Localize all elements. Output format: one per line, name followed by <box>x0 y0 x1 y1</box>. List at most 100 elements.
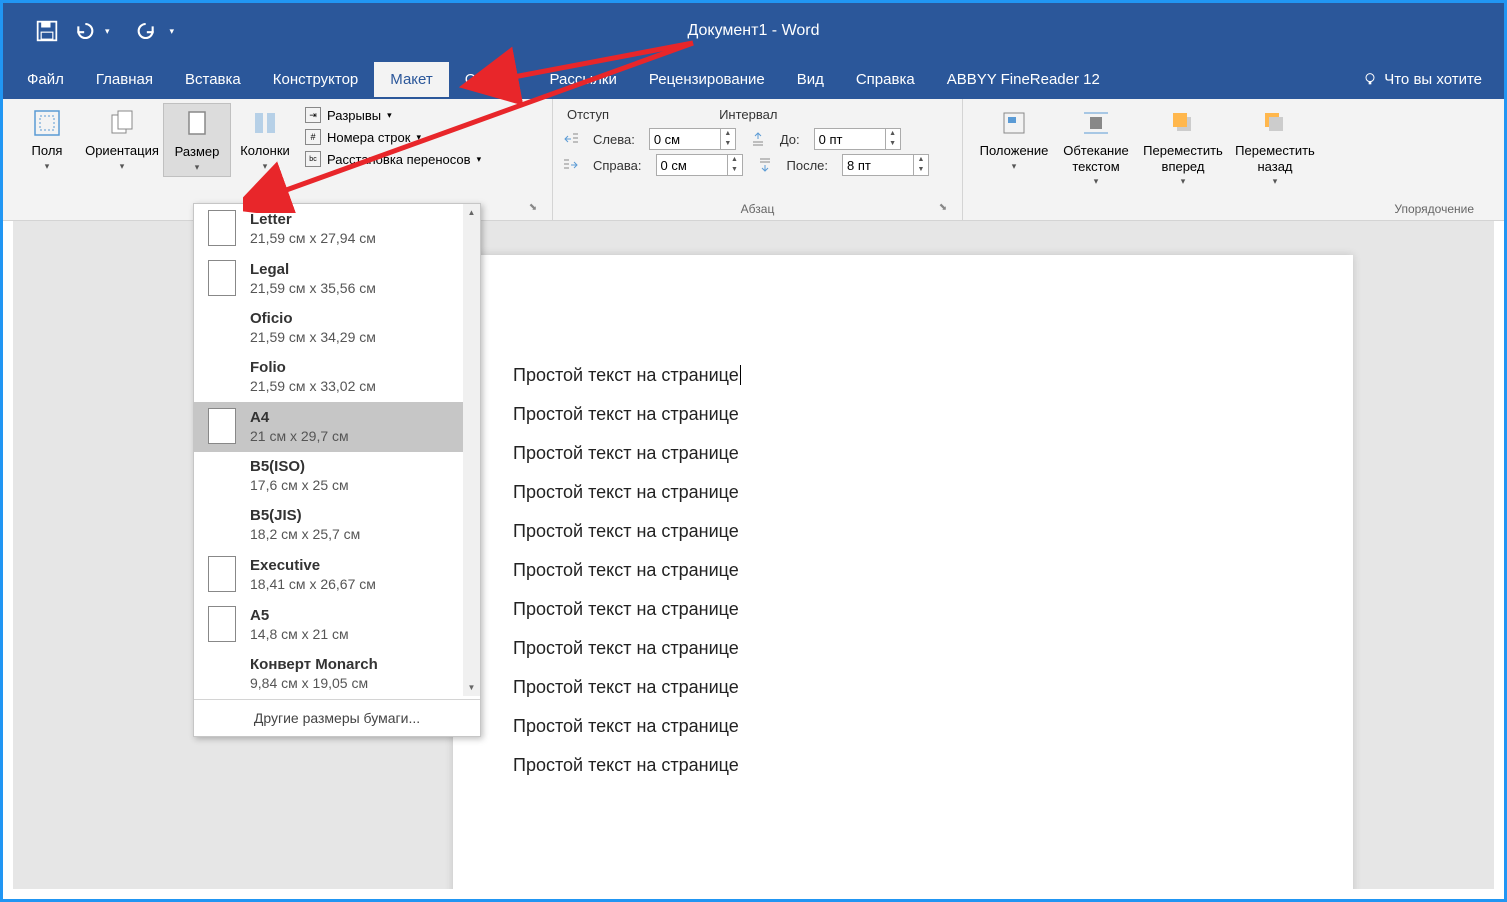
paragraph-group-label: Абзац <box>741 202 775 216</box>
page[interactable]: Простой текст на странице Простой текст … <box>453 255 1353 889</box>
redo-icon <box>134 17 162 45</box>
size-dims: 9,84 см x 19,05 см <box>250 675 378 691</box>
document-line[interactable]: Простой текст на странице <box>513 404 1293 425</box>
dropdown-scrollbar[interactable]: ▲ ▼ <box>463 204 480 696</box>
paragraph-launcher[interactable]: ⬊ <box>936 202 950 216</box>
dropdown-icon: ▾ <box>195 162 200 173</box>
page-icon <box>208 606 236 642</box>
size-name: Letter <box>250 211 376 228</box>
document-line[interactable]: Простой текст на странице <box>513 755 1293 776</box>
undo-dropdown-icon[interactable]: ▾ <box>105 26 110 37</box>
spin-down[interactable]: ▼ <box>728 165 742 175</box>
document-line[interactable]: Простой текст на странице <box>513 599 1293 620</box>
size-option[interactable]: Oficio 21,59 см x 34,29 см <box>194 304 480 353</box>
spacing-after-input[interactable]: ▲▼ <box>842 154 929 176</box>
redo-button[interactable] <box>134 17 162 45</box>
document-line[interactable]: Простой текст на странице <box>513 560 1293 581</box>
document-line[interactable]: Простой текст на странице <box>513 521 1293 542</box>
tab-review[interactable]: Рецензирование <box>633 62 781 97</box>
line-numbers-button[interactable]: #Номера строк ▾ <box>305 129 481 145</box>
wrap-text-button[interactable]: Обтекание текстом▾ <box>1055 103 1137 191</box>
spacing-before-input[interactable]: ▲▼ <box>814 128 901 150</box>
tab-design[interactable]: Конструктор <box>257 62 375 97</box>
document-line[interactable]: Простой текст на странице <box>513 677 1293 698</box>
page-icon <box>208 210 236 246</box>
page-icon <box>208 556 236 592</box>
dropdown-icon: ▾ <box>45 161 50 172</box>
tab-view[interactable]: Вид <box>781 62 840 97</box>
margins-button[interactable]: Поля ▾ <box>13 103 81 175</box>
size-name: Oficio <box>250 310 376 327</box>
spin-up[interactable]: ▲ <box>886 129 900 139</box>
position-button[interactable]: Положение▾ <box>973 103 1055 175</box>
size-name: A5 <box>250 607 349 624</box>
save-icon <box>33 17 61 45</box>
size-option[interactable]: A421 см x 29,7 см <box>194 402 480 452</box>
indent-right-label: Справа: <box>593 158 642 173</box>
size-option[interactable]: Конверт Monarch9,84 см x 19,05 см <box>194 650 480 699</box>
group-page-setup: Поля ▾ Ориентация ▾ Размер ▾ Колонки ▾ <box>3 99 553 220</box>
ribbon-tabs: Файл Главная Вставка Конструктор Макет С… <box>3 59 1504 99</box>
bring-forward-button[interactable]: Переместить вперед▾ <box>1137 103 1229 191</box>
document-line[interactable]: Простой текст на странице <box>513 482 1293 503</box>
spacing-heading: Интервал <box>719 107 777 124</box>
size-icon <box>181 108 213 140</box>
document-line[interactable]: Простой текст на странице <box>513 716 1293 737</box>
size-option[interactable]: Legal21,59 см x 35,56 см <box>194 254 480 304</box>
arrange-group-label: Упорядочение <box>1394 202 1474 216</box>
size-dims: 18,41 см x 26,67 см <box>250 576 376 592</box>
spin-down[interactable]: ▼ <box>886 139 900 149</box>
undo-button[interactable] <box>69 17 97 45</box>
save-button[interactable] <box>33 17 61 45</box>
size-name: B5(ISO) <box>250 458 349 475</box>
indent-left-input[interactable]: ▲▼ <box>649 128 736 150</box>
tab-references[interactable]: Ссылки <box>449 62 534 97</box>
group-arrange: Положение▾ Обтекание текстом▾ Переместит… <box>963 99 1504 220</box>
columns-button[interactable]: Колонки ▾ <box>231 103 299 175</box>
size-option[interactable]: A514,8 см x 21 см <box>194 600 480 650</box>
indent-heading: Отступ <box>567 107 609 124</box>
tell-me-label: Что вы хотите <box>1384 71 1482 88</box>
document-line[interactable]: Простой текст на странице <box>513 638 1293 659</box>
indent-right-input[interactable]: ▲▼ <box>656 154 743 176</box>
breaks-button[interactable]: ⇥Разрывы ▾ <box>305 107 481 123</box>
size-dims: 21 см x 29,7 см <box>250 428 349 444</box>
qat-customize-icon[interactable]: ▾ <box>170 26 175 37</box>
size-option[interactable]: Folio21,59 см x 33,02 см <box>194 353 480 402</box>
size-option[interactable]: Executive18,41 см x 26,67 см <box>194 550 480 600</box>
orientation-icon <box>106 107 138 139</box>
tab-insert[interactable]: Вставка <box>169 62 257 97</box>
size-option[interactable]: B5(JIS)18,2 см x 25,7 см <box>194 501 480 550</box>
tab-file[interactable]: Файл <box>11 62 80 97</box>
send-backward-button[interactable]: Переместить назад▾ <box>1229 103 1321 191</box>
size-button[interactable]: Размер ▾ <box>163 103 231 177</box>
orientation-button[interactable]: Ориентация ▾ <box>81 103 163 175</box>
size-option[interactable]: Letter 21,59 см x 27,94 см <box>194 204 480 254</box>
tab-layout[interactable]: Макет <box>374 62 448 97</box>
size-dims: 21,59 см x 27,94 см <box>250 230 376 246</box>
tab-help[interactable]: Справка <box>840 62 931 97</box>
size-name: B5(JIS) <box>250 507 360 524</box>
more-paper-sizes[interactable]: Другие размеры бумаги... <box>194 699 480 736</box>
tab-home[interactable]: Главная <box>80 62 169 97</box>
spin-up[interactable]: ▲ <box>728 155 742 165</box>
send-backward-icon <box>1259 107 1291 139</box>
tell-me-search[interactable]: Что вы хотите <box>1348 71 1496 88</box>
document-line[interactable]: Простой текст на странице <box>513 443 1293 464</box>
spin-up[interactable]: ▲ <box>914 155 928 165</box>
tab-mailings[interactable]: Рассылки <box>534 62 633 97</box>
size-option[interactable]: B5(ISO)17,6 см x 25 см <box>194 452 480 501</box>
spin-up[interactable]: ▲ <box>721 129 735 139</box>
hyphenation-button[interactable]: bcРасстановка переносов ▾ <box>305 151 481 167</box>
spacing-before-icon <box>750 131 766 147</box>
dropdown-icon: ▾ <box>263 161 268 172</box>
spin-down[interactable]: ▼ <box>914 165 928 175</box>
document-line[interactable]: Простой текст на странице <box>513 365 1293 386</box>
spin-down[interactable]: ▼ <box>721 139 735 149</box>
quick-access-toolbar: ▾ ▾ <box>13 17 174 45</box>
spacing-after-icon <box>757 157 773 173</box>
margins-icon <box>31 107 63 139</box>
page-setup-launcher[interactable]: ⬊ <box>526 202 540 216</box>
size-dims: 21,59 см x 34,29 см <box>250 329 376 345</box>
tab-addin[interactable]: ABBYY FineReader 12 <box>931 62 1116 97</box>
